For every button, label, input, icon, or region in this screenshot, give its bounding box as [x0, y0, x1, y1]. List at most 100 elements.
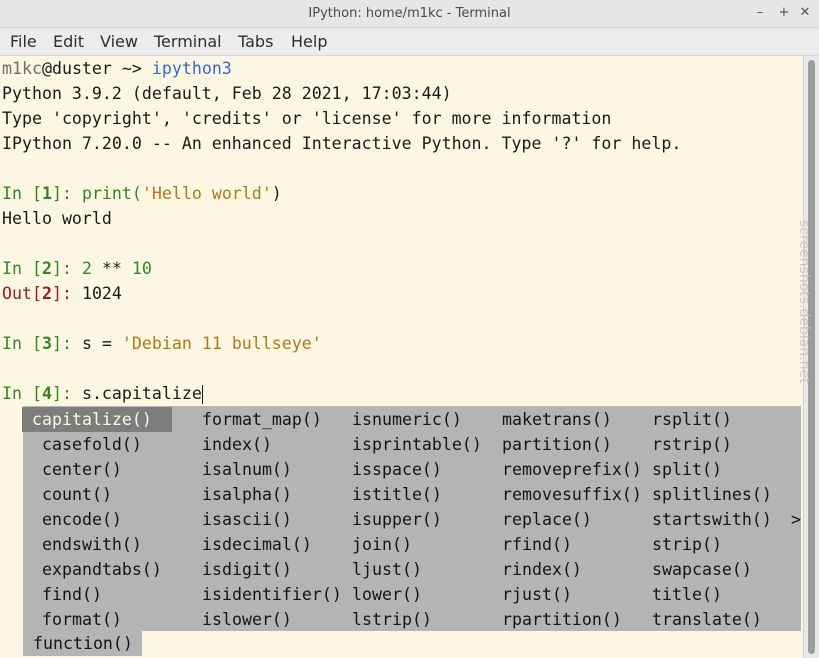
- completion-signature: function(): [23, 631, 142, 656]
- completion-item[interactable]: isupper(): [352, 507, 442, 532]
- code-paren: ): [271, 184, 282, 203]
- completion-item[interactable]: isspace(): [352, 457, 442, 482]
- watermark: screenshots.debian.net: [790, 220, 819, 450]
- in-prompt: In [: [2, 334, 42, 353]
- completion-item[interactable]: rsplit(): [652, 407, 732, 432]
- completion-item[interactable]: lstrip(): [352, 607, 432, 632]
- input-line-4: In [4]: s.capitalize: [2, 381, 203, 406]
- completion-item[interactable]: rfind(): [502, 532, 572, 557]
- completion-item[interactable]: rjust(): [502, 582, 572, 607]
- completion-item[interactable]: join(): [352, 532, 412, 557]
- in-number: 4: [41, 384, 52, 403]
- completion-item[interactable]: capitalize(): [22, 407, 172, 432]
- code-operator: **: [91, 259, 132, 278]
- completion-item[interactable]: rindex(): [502, 557, 582, 582]
- in-number: 3: [41, 334, 52, 353]
- completion-item[interactable]: isidentifier(): [202, 582, 342, 607]
- output-line-2: Out[2]: 1024: [2, 281, 122, 306]
- completion-item[interactable]: index(): [202, 432, 272, 457]
- menu-edit[interactable]: Edit: [53, 28, 84, 55]
- completion-item[interactable]: strip(): [652, 532, 722, 557]
- menu-terminal[interactable]: Terminal: [154, 28, 222, 55]
- input-line-1: In [1]: print('Hello world'): [2, 181, 282, 206]
- menu-bar: File Edit View Terminal Tabs Help: [0, 28, 819, 56]
- completion-item[interactable]: removesuffix(): [502, 482, 642, 507]
- completion-item[interactable]: expandtabs(): [42, 557, 162, 582]
- in-prompt: In [: [2, 259, 42, 278]
- in-number: 2: [41, 259, 52, 278]
- window-title: IPython: home/m1kc - Terminal: [308, 6, 511, 21]
- output-line-1: Hello world: [2, 209, 112, 228]
- in-prompt: In [: [2, 384, 42, 403]
- code-number: 10: [131, 259, 152, 278]
- completion-item[interactable]: splitlines(): [652, 482, 772, 507]
- banner-line-1: Python 3.9.2 (default, Feb 28 2021, 17:0…: [2, 84, 452, 103]
- input-line-2: In [2]: 2 ** 10: [2, 256, 152, 281]
- completion-item[interactable]: isnumeric(): [352, 407, 462, 432]
- completion-item[interactable]: replace(): [502, 507, 592, 532]
- menu-view[interactable]: View: [100, 28, 138, 55]
- completion-item[interactable]: partition(): [502, 432, 612, 457]
- completion-item[interactable]: center(): [42, 457, 122, 482]
- completion-item[interactable]: find(): [42, 582, 102, 607]
- shell-prompt-line: m1kc@duster ~> ipython3: [2, 56, 232, 81]
- completion-item[interactable]: islower(): [202, 607, 292, 632]
- completion-item[interactable]: isalpha(): [202, 482, 292, 507]
- banner-line-3: IPython 7.20.0 -- An enhanced Interactiv…: [2, 134, 682, 153]
- out-prompt: Out[: [2, 284, 42, 303]
- menu-tabs[interactable]: Tabs: [238, 28, 273, 55]
- in-prompt: In [: [2, 184, 42, 203]
- terminal-area[interactable]: m1kc@duster ~> ipython3 Python 3.9.2 (de…: [0, 56, 803, 658]
- completion-item[interactable]: maketrans(): [502, 407, 612, 432]
- current-input[interactable]: s.capitalize: [82, 384, 202, 403]
- banner-line-2: Type 'copyright', 'credits' or 'license'…: [2, 109, 612, 128]
- completion-item[interactable]: istitle(): [352, 482, 442, 507]
- code-number: 2: [81, 259, 92, 278]
- completion-item[interactable]: title(): [652, 582, 722, 607]
- completion-item[interactable]: isdecimal(): [202, 532, 312, 557]
- text-cursor: [201, 385, 203, 404]
- completion-popup: capitalize() casefold() center() count() enc…: [22, 406, 801, 632]
- completion-item[interactable]: format_map(): [202, 407, 322, 432]
- completion-item[interactable]: endswith(): [42, 532, 142, 557]
- menu-file[interactable]: File: [10, 28, 37, 55]
- completion-item[interactable]: casefold(): [42, 432, 142, 457]
- completion-item[interactable]: removeprefix(): [502, 457, 642, 482]
- completion-item[interactable]: ljust(): [352, 557, 422, 582]
- completion-item[interactable]: count(): [42, 482, 112, 507]
- completion-item[interactable]: rpartition(): [502, 607, 622, 632]
- maximize-button[interactable]: +: [775, 4, 793, 22]
- completion-item[interactable]: isalnum(): [202, 457, 292, 482]
- code-function: print(: [81, 184, 142, 203]
- in-prompt-end: ]:: [51, 384, 82, 403]
- close-button[interactable]: ✕: [796, 4, 814, 22]
- prompt-command: ipython3: [151, 59, 232, 78]
- completion-item[interactable]: isdigit(): [202, 557, 292, 582]
- completion-item[interactable]: split(): [652, 457, 722, 482]
- out-prompt-end: ]:: [51, 284, 82, 303]
- window-titlebar: IPython: home/m1kc - Terminal – + ✕: [0, 0, 819, 28]
- completion-item[interactable]: isprintable(): [352, 432, 482, 457]
- in-prompt-end: ]:: [51, 259, 82, 278]
- completion-item[interactable]: format(): [42, 607, 122, 632]
- menu-help[interactable]: Help: [291, 28, 327, 55]
- out-number: 2: [41, 284, 52, 303]
- code-string: 'Hello world': [141, 184, 272, 203]
- minimize-button[interactable]: –: [751, 4, 769, 22]
- completion-item[interactable]: encode(): [42, 507, 122, 532]
- in-prompt-end: ]:: [51, 184, 82, 203]
- completion-item[interactable]: isascii(): [202, 507, 292, 532]
- in-prompt-end: ]:: [51, 334, 82, 353]
- completion-item[interactable]: swapcase(): [652, 557, 752, 582]
- output-value: 1024: [81, 284, 122, 303]
- watermark-text: screenshots.debian.net: [796, 220, 812, 384]
- completion-item[interactable]: translate(): [652, 607, 762, 632]
- completion-item[interactable]: rstrip(): [652, 432, 732, 457]
- in-number: 1: [41, 184, 52, 203]
- completion-item[interactable]: startswith(): [652, 507, 772, 532]
- completion-item[interactable]: lower(): [352, 582, 422, 607]
- code-string: 'Debian 11 bullseye': [121, 334, 322, 353]
- input-line-3: In [3]: s = 'Debian 11 bullseye': [2, 331, 322, 356]
- prompt-user: m1kc: [2, 59, 42, 78]
- prompt-host: @duster ~>: [41, 59, 142, 78]
